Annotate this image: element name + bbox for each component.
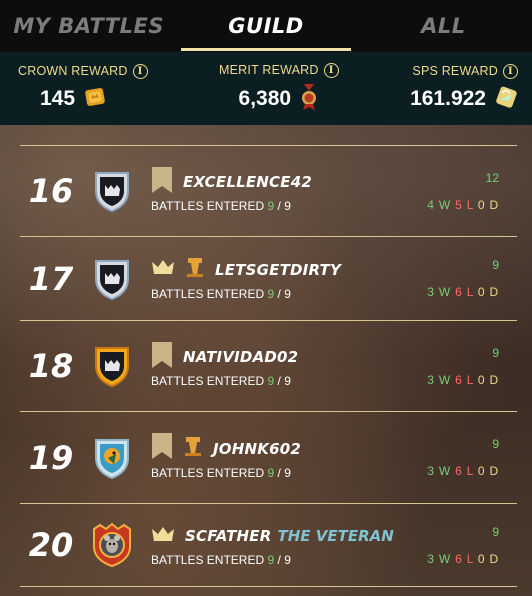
rank-number: 19 xyxy=(28,438,74,477)
info-icon[interactable]: i xyxy=(503,63,518,79)
banner-icon xyxy=(151,341,173,373)
battles-entered: BATTLES ENTERED 9 / 9 xyxy=(151,374,291,388)
leaderboard-row[interactable]: 19 JOHNK602 BATTLES ENTERED 9 / 9 9 3 W … xyxy=(20,411,517,503)
banner-icon xyxy=(151,433,173,464)
player-title: THE VETERAN xyxy=(277,527,394,545)
info-icon[interactable]: i xyxy=(132,63,148,79)
sps-reward: SPS REWARD i 161.922 xyxy=(410,52,518,125)
leaderboard-row[interactable]: 18 NATIVIDAD02 BATTLES ENTERED 9 / 9 9 3… xyxy=(20,320,517,411)
crown-icon xyxy=(151,526,175,547)
player-portrait-parrot-avatar xyxy=(90,436,134,480)
win-loss-draw: 3 W 6 L 0 D xyxy=(427,464,499,478)
battles-entered: BATTLES ENTERED 9 / 9 xyxy=(151,465,291,480)
leaderboard-row[interactable]: 16 EXCELLENCE42 BATTLES ENTERED 9 / 9 12… xyxy=(20,145,517,236)
guild-shield-silver-avatar xyxy=(90,257,134,301)
player-portrait-rat-avatar xyxy=(90,522,134,568)
battles-entered: BATTLES ENTERED 9 / 9 xyxy=(151,553,291,567)
battles-entered: BATTLES ENTERED 9 / 9 xyxy=(151,286,291,301)
leaderboard-row[interactable]: 17 LETSGETDIRTY BATTLES ENTERED 9 / 9 9 … xyxy=(20,236,517,320)
banner-icon xyxy=(151,166,173,198)
reward-bar: CROWN REWARD i 145 MERIT REWARD i xyxy=(0,52,532,125)
rank-number: 17 xyxy=(28,259,74,298)
rank-number: 16 xyxy=(28,172,74,210)
crown-token-icon xyxy=(83,85,107,114)
crown-reward-label: CROWN REWARD xyxy=(18,64,128,78)
guild-shield-silver-avatar xyxy=(90,169,134,213)
tab-guild[interactable]: GUILD xyxy=(177,0,354,52)
player-name[interactable]: NATIVIDAD02 xyxy=(183,348,298,366)
tower-icon xyxy=(185,256,205,283)
tab-all[interactable]: ALL xyxy=(355,0,532,52)
rank-number: 20 xyxy=(28,526,74,564)
points-value: 9 xyxy=(492,345,499,360)
points-value: 12 xyxy=(485,170,499,185)
points-value: 9 xyxy=(492,524,499,539)
battles-entered: BATTLES ENTERED 9 / 9 xyxy=(151,199,291,213)
merit-medal-icon xyxy=(299,83,319,115)
crown-icon xyxy=(151,259,175,280)
leaderboard-row[interactable]: 20 SCFATHER THE VETERAN BATTLES ENTERED … xyxy=(20,503,517,587)
win-loss-draw: 3 W 6 L 0 D xyxy=(427,285,499,299)
info-icon[interactable]: i xyxy=(323,62,339,78)
crown-reward: CROWN REWARD i 145 xyxy=(18,52,148,125)
sps-reward-label: SPS REWARD xyxy=(412,64,498,78)
guild-leaderboard: 16 EXCELLENCE42 BATTLES ENTERED 9 / 9 12… xyxy=(20,145,517,587)
points-value: 9 xyxy=(492,258,499,272)
win-loss-draw: 3 W 6 L 0 D xyxy=(427,551,499,566)
player-name[interactable]: LETSGETDIRTY xyxy=(215,261,341,279)
sps-reward-value: 161.922 xyxy=(410,87,486,110)
win-loss-draw: 4 W 5 L 0 D xyxy=(427,197,499,212)
tab-my-battles[interactable]: MY BATTLES xyxy=(0,0,177,52)
crown-reward-value: 145 xyxy=(40,87,76,110)
battle-tabs: MY BATTLES GUILD ALL xyxy=(0,0,532,52)
merit-reward-label: MERIT REWARD xyxy=(219,63,319,77)
sps-token-icon xyxy=(494,85,518,114)
win-loss-draw: 3 W 6 L 0 D xyxy=(427,372,499,387)
merit-reward-value: 6,380 xyxy=(238,87,292,110)
player-name[interactable]: JOHNK602 xyxy=(213,440,301,458)
tower-icon xyxy=(183,435,203,462)
player-name[interactable]: EXCELLENCE42 xyxy=(183,173,312,191)
merit-reward: MERIT REWARD i 6,380 xyxy=(219,52,339,125)
rank-number: 18 xyxy=(28,347,74,385)
player-name[interactable]: SCFATHER xyxy=(185,527,271,545)
guild-shield-gold-avatar xyxy=(90,344,134,388)
points-value: 9 xyxy=(492,437,499,451)
